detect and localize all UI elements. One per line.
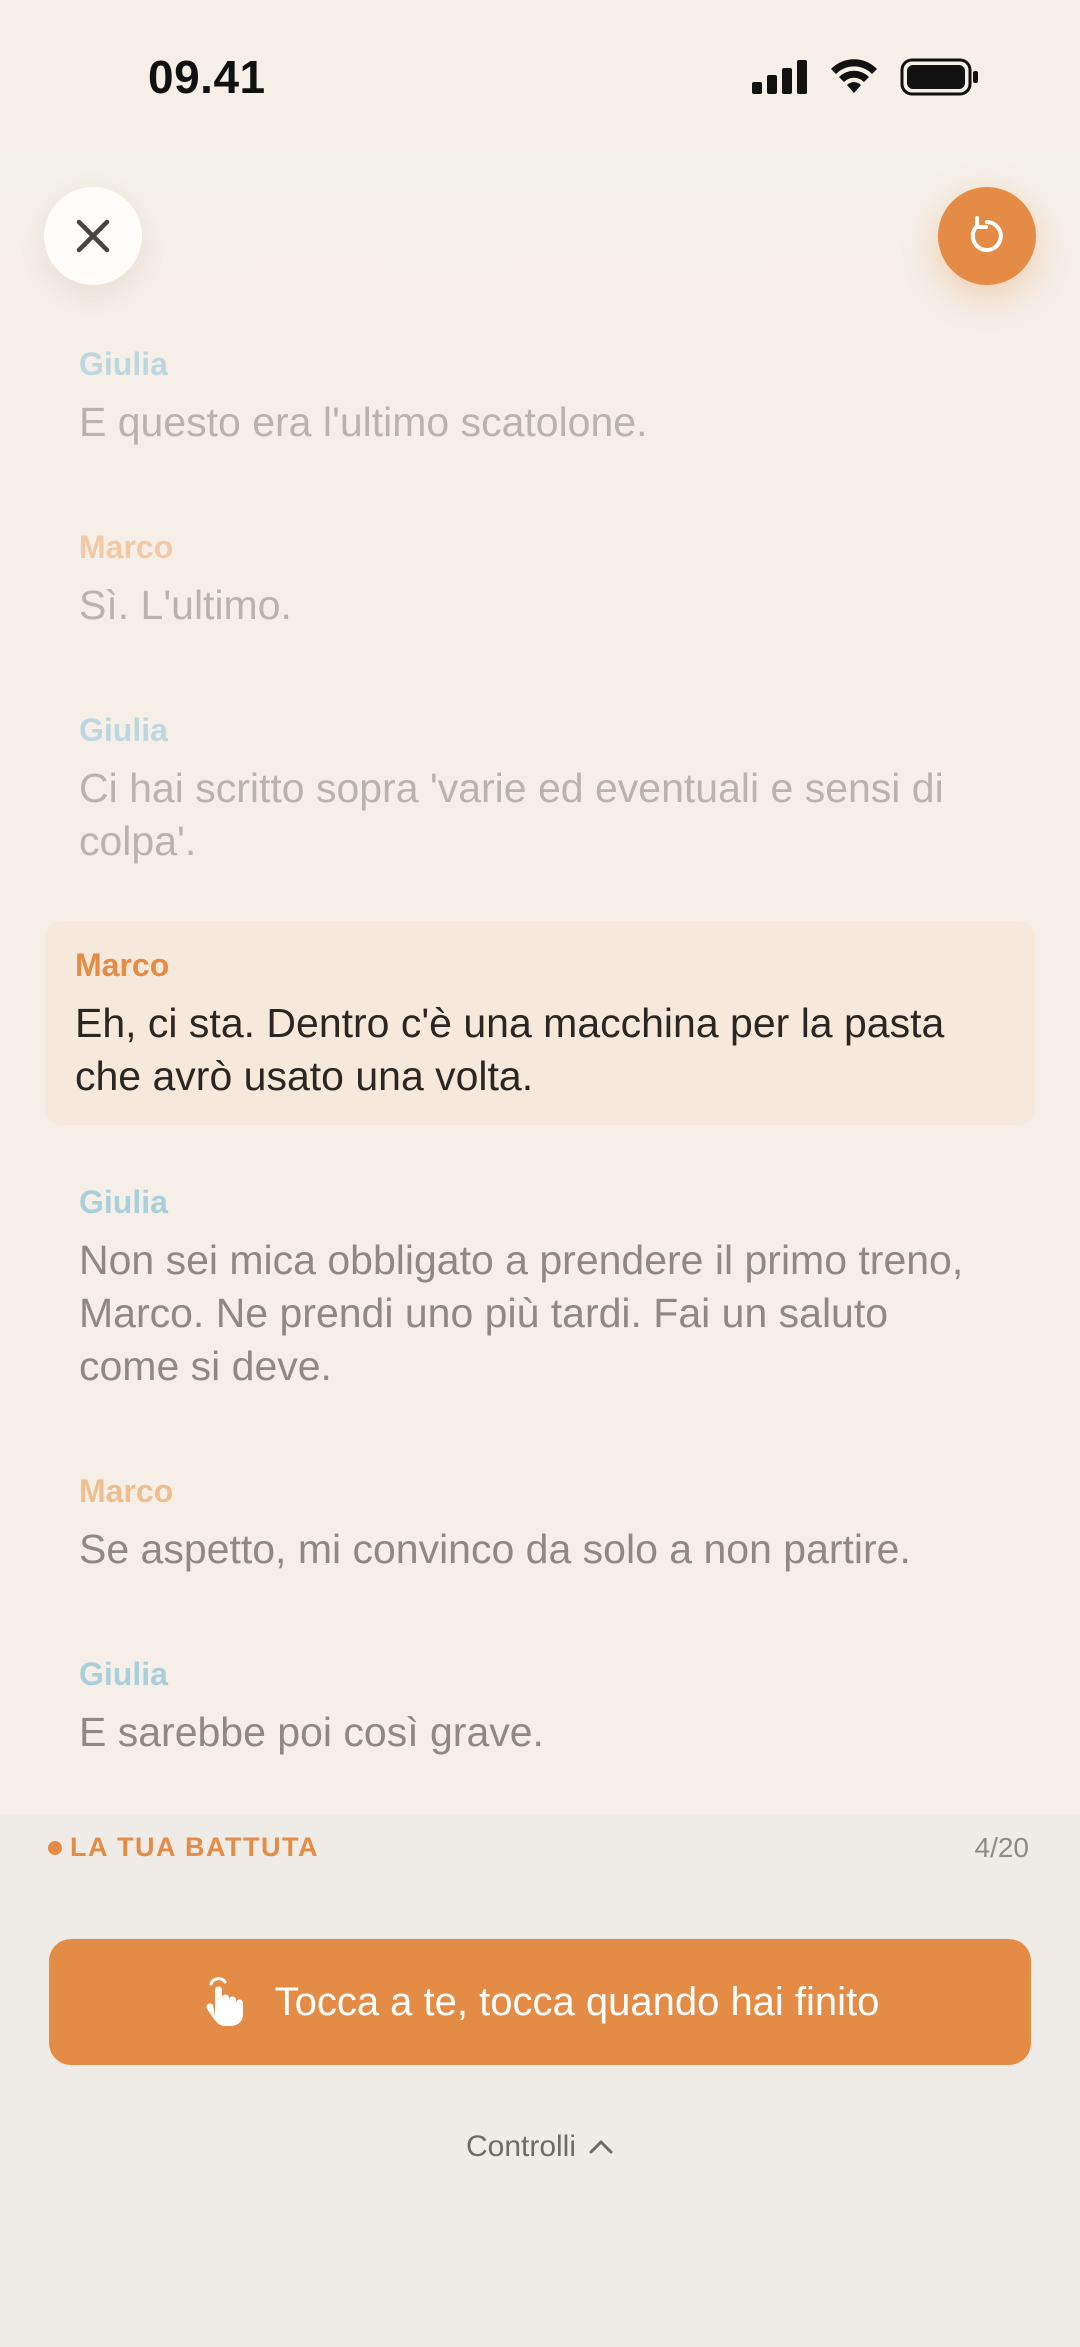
speaker-name: Marco — [79, 1473, 174, 1509]
speaker-name: Marco — [75, 947, 170, 983]
script-line[interactable]: Marco Se aspetto, mi convinco da solo a … — [79, 1471, 999, 1576]
script-line[interactable]: Giulia E sarebbe poi così grave. — [79, 1654, 999, 1759]
status-time: 09.41 — [148, 51, 266, 103]
script-line[interactable]: Giulia Ci hai scritto sopra 'varie ed ev… — [79, 710, 999, 868]
restart-button[interactable] — [938, 187, 1036, 285]
cellular-signal-icon — [752, 60, 807, 94]
done-button-label: Tocca a te, tocca quando hai finito — [274, 1979, 880, 2024]
speaker-name: Giulia — [79, 712, 168, 748]
tap-hand-icon — [205, 1977, 243, 2026]
your-line-text: LA TUA BATTUTA — [70, 1832, 319, 1862]
line-text: E sarebbe poi così grave. — [79, 1709, 544, 1755]
script-line[interactable]: Giulia E questo era l'ultimo scatolone. — [79, 344, 999, 449]
status-dot — [48, 1840, 62, 1855]
speaker-name: Marco — [79, 529, 174, 565]
wifi-icon — [831, 59, 877, 93]
progress-counter: 4/20 — [974, 1832, 1030, 1863]
controls-label: Controlli — [465, 2130, 577, 2163]
line-text: Sì. L'ultimo. — [79, 582, 292, 628]
top-fade — [0, 150, 1080, 290]
restart-icon — [970, 216, 1003, 252]
close-button[interactable] — [44, 187, 142, 285]
speaker-name: Giulia — [79, 346, 168, 382]
script-line[interactable]: Marco Sì. L'ultimo. — [79, 527, 999, 632]
controls-toggle[interactable]: Controlli — [0, 2130, 1080, 2164]
close-icon — [76, 219, 110, 253]
current-script-line[interactable]: Marco Eh, ci sta. Dentro c'è una macchin… — [75, 945, 995, 1103]
bottom-panel — [0, 1815, 1080, 2347]
your-line-label: LA TUA BATTUTA — [48, 1832, 319, 1863]
line-text: Eh, ci sta. Dentro c'è una macchina per … — [75, 1000, 945, 1099]
script-line[interactable]: Giulia Non sei mica obbligato a prendere… — [79, 1182, 999, 1393]
battery-icon — [900, 58, 978, 96]
line-text: Se aspetto, mi convinco da solo a non pa… — [79, 1526, 911, 1572]
line-text: Non sei mica obbligato a prendere il pri… — [79, 1237, 964, 1389]
line-text: Ci hai scritto sopra 'varie ed eventuali… — [79, 765, 944, 864]
done-button[interactable]: Tocca a te, tocca quando hai finito — [49, 1939, 1031, 2065]
status-icons — [752, 58, 980, 96]
status-bar: 09.41 — [0, 0, 1080, 150]
speaker-name: Giulia — [79, 1184, 168, 1220]
line-text: E questo era l'ultimo scatolone. — [79, 399, 648, 445]
speaker-name: Giulia — [79, 1656, 168, 1692]
chevron-up-icon — [589, 2140, 613, 2154]
